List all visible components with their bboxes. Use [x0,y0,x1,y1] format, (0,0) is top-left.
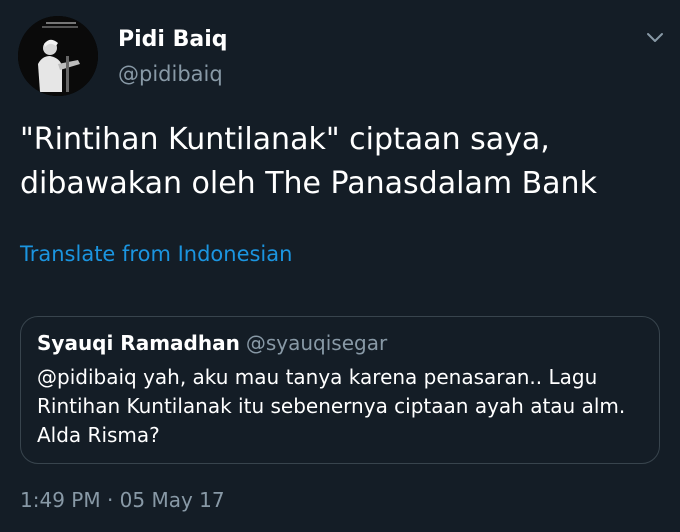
tweet-text: "Rintihan Kuntilanak" ciptaan saya, diba… [20,122,597,201]
quoted-author-display-name: Syauqi Ramadhan [37,331,240,355]
quoted-tweet-card[interactable]: Syauqi Ramadhan @syauqisegar @pidibaiq ya… [20,316,660,464]
chevron-down-icon[interactable] [644,28,666,46]
avatar-image [18,16,98,96]
quoted-tweet-header: Syauqi Ramadhan @syauqisegar [37,329,387,357]
author-handle[interactable]: @pidibaiq [118,60,223,88]
quoted-tweet-text: @pidibaiq yah, aku mau tanya karena pena… [37,365,626,447]
author-display-name[interactable]: Pidi Baiq [118,26,228,54]
avatar[interactable] [18,16,98,96]
tweet-timestamp[interactable]: 1:49 PM · 05 May 17 [20,486,225,514]
translate-link[interactable]: Translate from Indonesian [20,240,292,268]
quoted-author-handle: @syauqisegar [245,331,388,355]
tweet: Pidi Baiq @pidibaiq "Rintihan Kuntilanak… [0,0,680,532]
